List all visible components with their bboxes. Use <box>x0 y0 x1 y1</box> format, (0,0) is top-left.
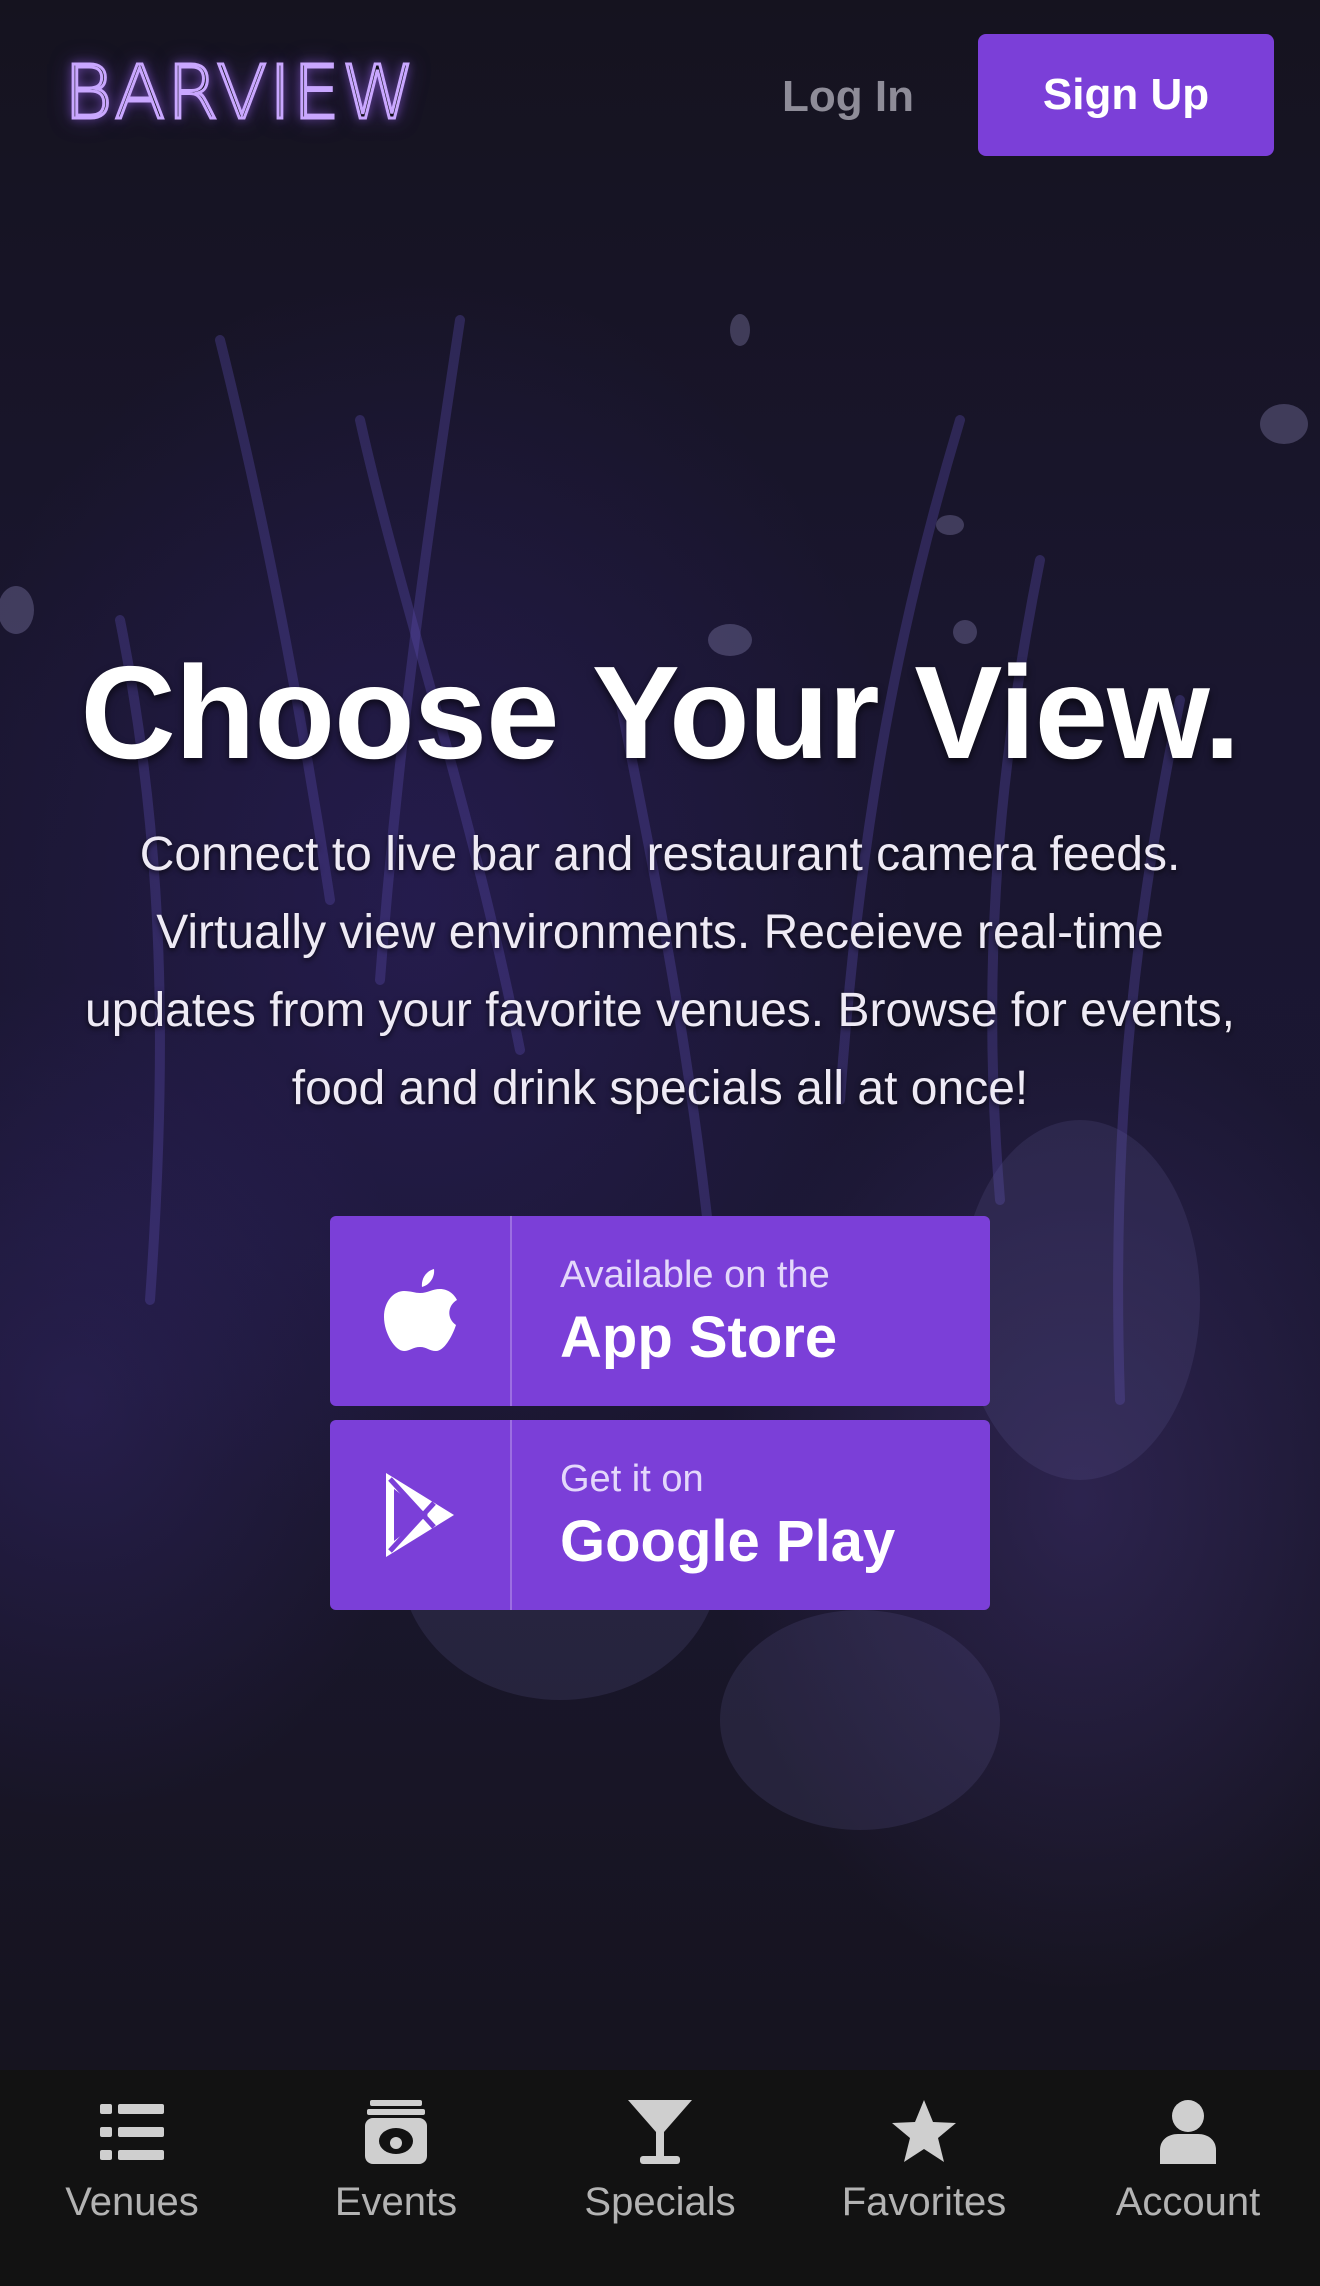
nav-label-specials: Specials <box>584 2180 736 2224</box>
nav-label-venues: Venues <box>65 2180 199 2224</box>
google-play-button[interactable]: Get it on Google Play <box>330 1420 990 1610</box>
top-header: BARVIEW Log In Sign Up <box>0 0 1320 200</box>
apple-icon <box>384 1269 457 1351</box>
google-play-big-label: Google Play <box>560 1509 896 1574</box>
nav-item-account[interactable]: Account <box>1056 2070 1320 2286</box>
events-icon <box>365 2100 427 2164</box>
nav-label-account: Account <box>1115 2180 1261 2224</box>
list-icon <box>100 2104 164 2160</box>
google-play-small-label: Get it on <box>560 1458 704 1500</box>
app-store-big-label: App Store <box>560 1305 838 1370</box>
login-button[interactable]: Log In <box>760 62 936 132</box>
hero-description: Connect to live bar and restaurant camer… <box>85 828 1235 1115</box>
nav-item-favorites[interactable]: Favorites <box>792 2070 1056 2286</box>
user-icon <box>1160 2100 1216 2164</box>
cocktail-icon <box>628 2100 692 2164</box>
google-play-icon-box <box>330 1420 512 1610</box>
barview-logo[interactable]: BARVIEW <box>63 55 417 132</box>
nav-item-events[interactable]: Events <box>264 2070 528 2286</box>
nav-item-specials[interactable]: Specials <box>528 2070 792 2286</box>
star-icon <box>892 2100 956 2162</box>
play-store-icon <box>386 1473 454 1557</box>
hero-headline: Choose Your View. <box>80 639 1240 786</box>
app-store-small-label: Available on the <box>560 1254 830 1296</box>
app-store-button[interactable]: Available on the App Store <box>330 1216 990 1406</box>
app-store-icon-box <box>330 1216 512 1406</box>
bottom-navigation: Venues Events Specials Favorites Account <box>0 2070 1320 2286</box>
nav-item-venues[interactable]: Venues <box>0 2070 264 2286</box>
nav-label-events: Events <box>334 2180 458 2224</box>
nav-label-favorites: Favorites <box>841 2180 1007 2224</box>
signup-button[interactable]: Sign Up <box>978 34 1274 156</box>
